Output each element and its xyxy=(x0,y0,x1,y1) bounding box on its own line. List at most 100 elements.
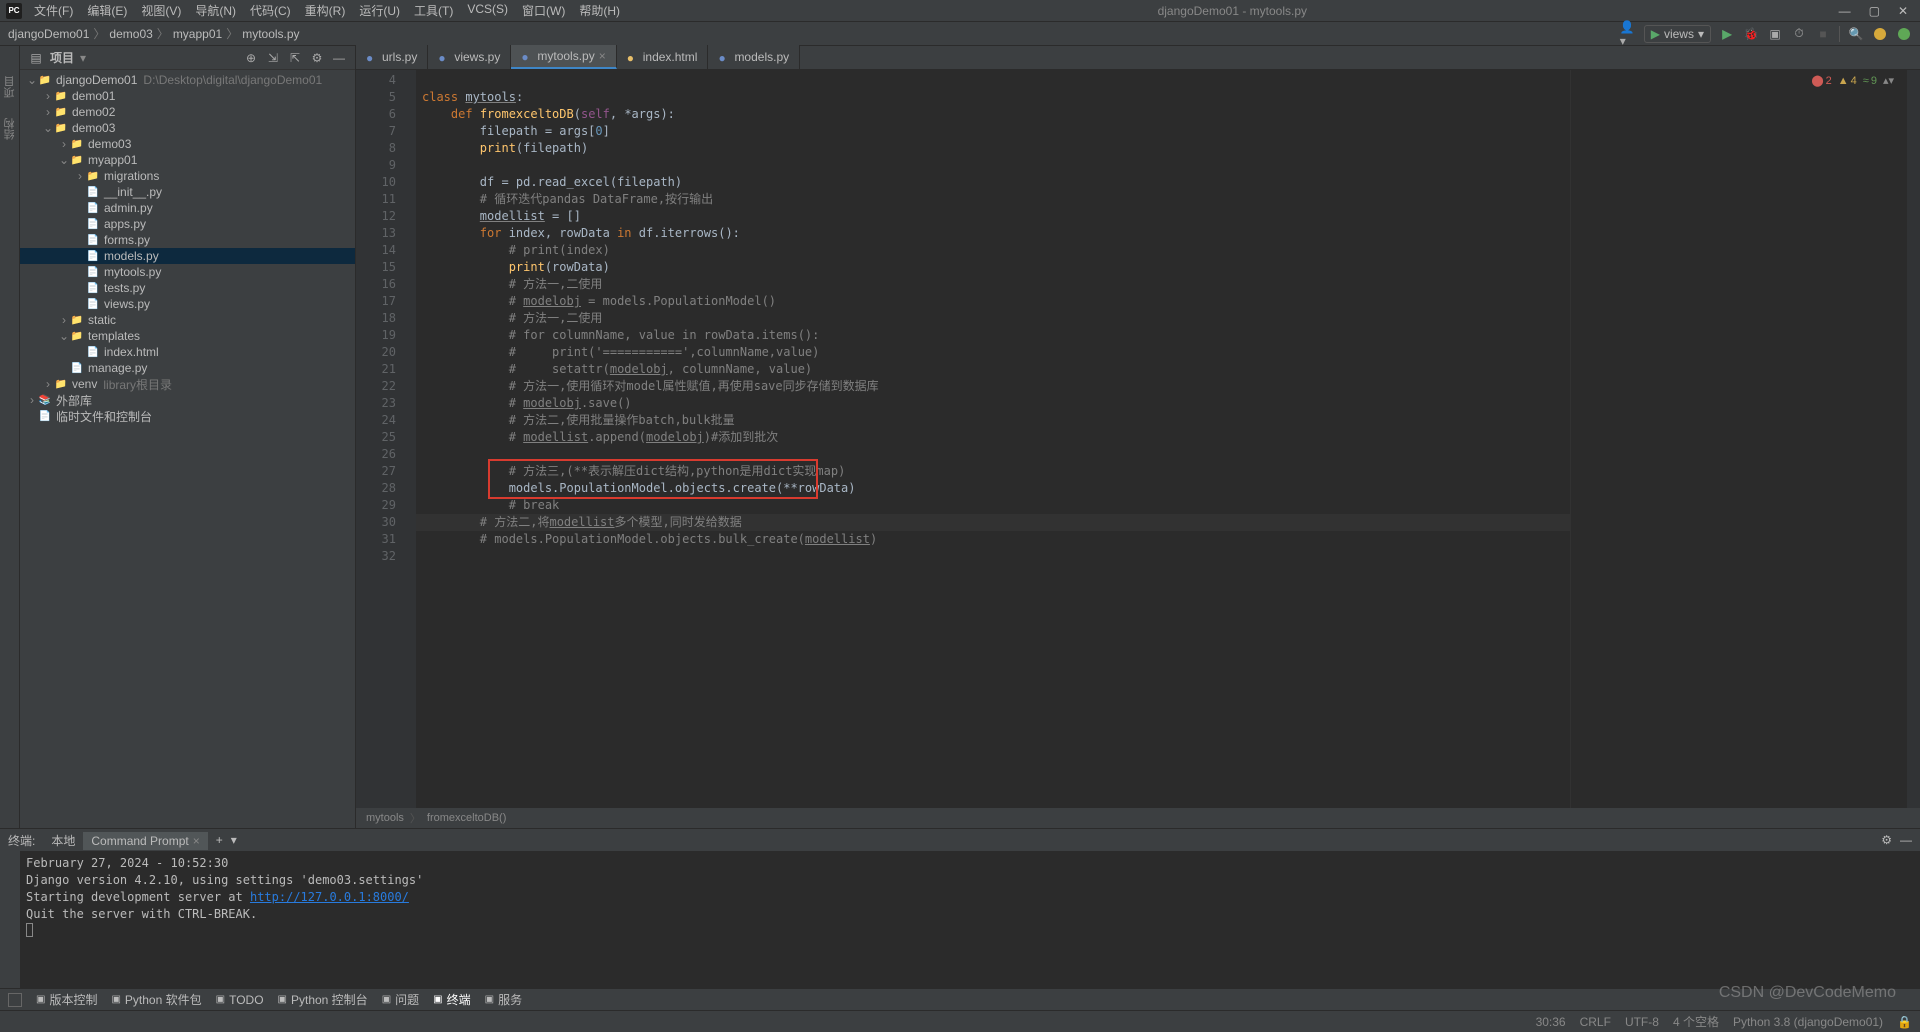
terminal-tab[interactable]: Command Prompt× xyxy=(83,832,207,850)
tree-row[interactable]: ⌄📁myapp01 xyxy=(20,152,355,168)
run-config-selector[interactable]: ▶ views ▾ xyxy=(1644,25,1711,43)
editor-tab[interactable]: ●index.html xyxy=(617,45,709,69)
py-file-icon: ● xyxy=(718,51,730,63)
overview-ruler[interactable] xyxy=(1906,70,1920,808)
profile-icon[interactable]: ⏱ xyxy=(1791,26,1807,42)
tree-row[interactable]: ›📁venvlibrary根目录 xyxy=(20,376,355,392)
tree-row[interactable]: 📄tests.py xyxy=(20,280,355,296)
tree-row[interactable]: 📄临时文件和控制台 xyxy=(20,408,355,424)
bottom-tool-button[interactable]: ▣ 问题 xyxy=(382,991,419,1008)
editor-tab[interactable]: ●mytools.py × xyxy=(511,45,616,69)
bottom-tool-button[interactable]: ▣ TODO xyxy=(216,993,264,1007)
tree-row[interactable]: 📄__init__.py xyxy=(20,184,355,200)
tree-row[interactable]: ⌄📁demo03 xyxy=(20,120,355,136)
editor-crumb[interactable]: mytools xyxy=(366,812,404,824)
user-icon[interactable]: 👤▾ xyxy=(1620,26,1636,42)
fold-icon: 📁 xyxy=(54,105,68,119)
tree-row[interactable]: ›📁static xyxy=(20,312,355,328)
file-encoding[interactable]: UTF-8 xyxy=(1625,1015,1659,1029)
inspection-widget[interactable]: ⬤ 2 ▲ 4 ≈ 9 ▴▾ xyxy=(1811,74,1894,87)
tree-row[interactable]: 📄mytools.py xyxy=(20,264,355,280)
tree-row[interactable]: 📄admin.py xyxy=(20,200,355,216)
maximize-icon[interactable]: ▢ xyxy=(1869,4,1880,18)
run-icon[interactable]: ▶ xyxy=(1719,26,1735,42)
window-controls: — ▢ ✕ xyxy=(1839,4,1914,18)
settings-icon[interactable]: ⚙ xyxy=(309,50,325,66)
tree-label: mytools.py xyxy=(104,265,161,279)
breadcrumb-segment[interactable]: demo03 xyxy=(109,27,152,41)
tool-icon: ▣ xyxy=(278,994,287,1005)
menu-item[interactable]: 视图(V) xyxy=(135,0,187,21)
structure-tool-button[interactable]: 结构 xyxy=(2,118,18,140)
plugin-icon[interactable] xyxy=(1896,26,1912,42)
menu-item[interactable]: 工具(T) xyxy=(408,0,459,21)
editor-tab[interactable]: ●models.py xyxy=(708,45,800,69)
debug-icon[interactable]: 🐞 xyxy=(1743,26,1759,42)
terminal-settings-icon[interactable]: ⚙ xyxy=(1881,833,1892,847)
tree-row[interactable]: ›📁demo01 xyxy=(20,88,355,104)
readonly-lock-icon[interactable]: 🔒 xyxy=(1897,1015,1912,1029)
bottom-tool-button[interactable]: ▣ 终端 xyxy=(433,991,470,1008)
breadcrumb-segment[interactable]: myapp01 xyxy=(173,27,222,41)
bottom-tool-button[interactable]: ▣ 服务 xyxy=(485,991,522,1008)
tree-label: index.html xyxy=(104,345,159,359)
tool-window-icon[interactable] xyxy=(8,993,22,1007)
menu-item[interactable]: 运行(U) xyxy=(353,0,406,21)
project-tool-button[interactable]: 项目 xyxy=(2,76,18,98)
search-icon[interactable]: 🔍 xyxy=(1848,26,1864,42)
terminal-tab[interactable]: 本地 xyxy=(43,832,83,850)
editor-tab[interactable]: ●urls.py xyxy=(356,45,428,69)
coverage-icon[interactable]: ▣ xyxy=(1767,26,1783,42)
close-icon[interactable]: ✕ xyxy=(1898,4,1908,18)
menu-item[interactable]: 编辑(E) xyxy=(81,0,133,21)
minimize-icon[interactable]: — xyxy=(1839,4,1851,18)
fold-gutter[interactable] xyxy=(402,70,416,808)
indent-setting[interactable]: 4 个空格 xyxy=(1673,1013,1719,1030)
tree-row[interactable]: ⌄📁djangoDemo01D:\Desktop\digital\djangoD… xyxy=(20,72,355,88)
tree-row[interactable]: 📄manage.py xyxy=(20,360,355,376)
menu-item[interactable]: 窗口(W) xyxy=(516,0,571,21)
expand-icon[interactable]: ⇲ xyxy=(265,50,281,66)
tree-row[interactable]: 📄models.py xyxy=(20,248,355,264)
bottom-tool-button[interactable]: ▣ Python 控制台 xyxy=(278,991,368,1008)
tree-row[interactable]: 📄index.html xyxy=(20,344,355,360)
terminal-dropdown-icon[interactable]: ▾ xyxy=(231,833,237,847)
bottom-tool-button[interactable]: ▣ Python 软件包 xyxy=(111,991,201,1008)
breadcrumb-segment[interactable]: djangoDemo01 xyxy=(8,27,89,41)
tree-row[interactable]: ⌄📁templates xyxy=(20,328,355,344)
caret-position[interactable]: 30:36 xyxy=(1536,1015,1566,1029)
python-interpreter[interactable]: Python 3.8 (djangoDemo01) xyxy=(1733,1015,1883,1029)
tree-row[interactable]: 📄forms.py xyxy=(20,232,355,248)
hide-icon[interactable]: — xyxy=(331,50,347,66)
tree-row[interactable]: ›📁migrations xyxy=(20,168,355,184)
tree-row[interactable]: 📄views.py xyxy=(20,296,355,312)
tree-row[interactable]: ›📚外部库 xyxy=(20,392,355,408)
menu-item[interactable]: 文件(F) xyxy=(28,0,79,21)
bottom-tool-button[interactable]: ▣ 版本控制 xyxy=(36,991,97,1008)
tree-row[interactable]: ›📁demo02 xyxy=(20,104,355,120)
menu-item[interactable]: VCS(S) xyxy=(461,0,514,21)
collapse-icon[interactable]: ⇱ xyxy=(287,50,303,66)
editor-crumb[interactable]: fromexceltoDB() xyxy=(427,812,506,824)
terminal-output[interactable]: February 27, 2024 - 10:52:30Django versi… xyxy=(20,851,1920,988)
menu-item[interactable]: 导航(N) xyxy=(189,0,242,21)
tab-close-icon[interactable]: × xyxy=(599,49,606,63)
menu-item[interactable]: 帮助(H) xyxy=(573,0,626,21)
breadcrumb-segment[interactable]: mytools.py xyxy=(242,27,299,41)
terminal-hide-icon[interactable]: — xyxy=(1900,833,1912,847)
locate-icon[interactable]: ⊕ xyxy=(243,50,259,66)
code-pane[interactable]: class mytools: def fromexceltoDB(self, *… xyxy=(416,70,1570,808)
editor-tab[interactable]: ●views.py xyxy=(428,45,511,69)
editor[interactable]: ⬤ 2 ▲ 4 ≈ 9 ▴▾ 4567891011121314151617181… xyxy=(356,70,1920,808)
terminal-tab-close-icon[interactable]: × xyxy=(193,834,200,848)
ai-icon[interactable] xyxy=(1872,26,1888,42)
menu-item[interactable]: 代码(C) xyxy=(244,0,297,21)
menu-item[interactable]: 重构(R) xyxy=(299,0,352,21)
editor-breadcrumbs[interactable]: mytools 〉 fromexceltoDB() xyxy=(356,808,1920,828)
line-separator[interactable]: CRLF xyxy=(1580,1015,1611,1029)
terminal-new-tab[interactable]: + xyxy=(216,833,223,847)
stop-icon[interactable]: ■ xyxy=(1815,26,1831,42)
project-tree[interactable]: ⌄📁djangoDemo01D:\Desktop\digital\djangoD… xyxy=(20,70,355,828)
tree-row[interactable]: 📄apps.py xyxy=(20,216,355,232)
tree-row[interactable]: ›📁demo03 xyxy=(20,136,355,152)
